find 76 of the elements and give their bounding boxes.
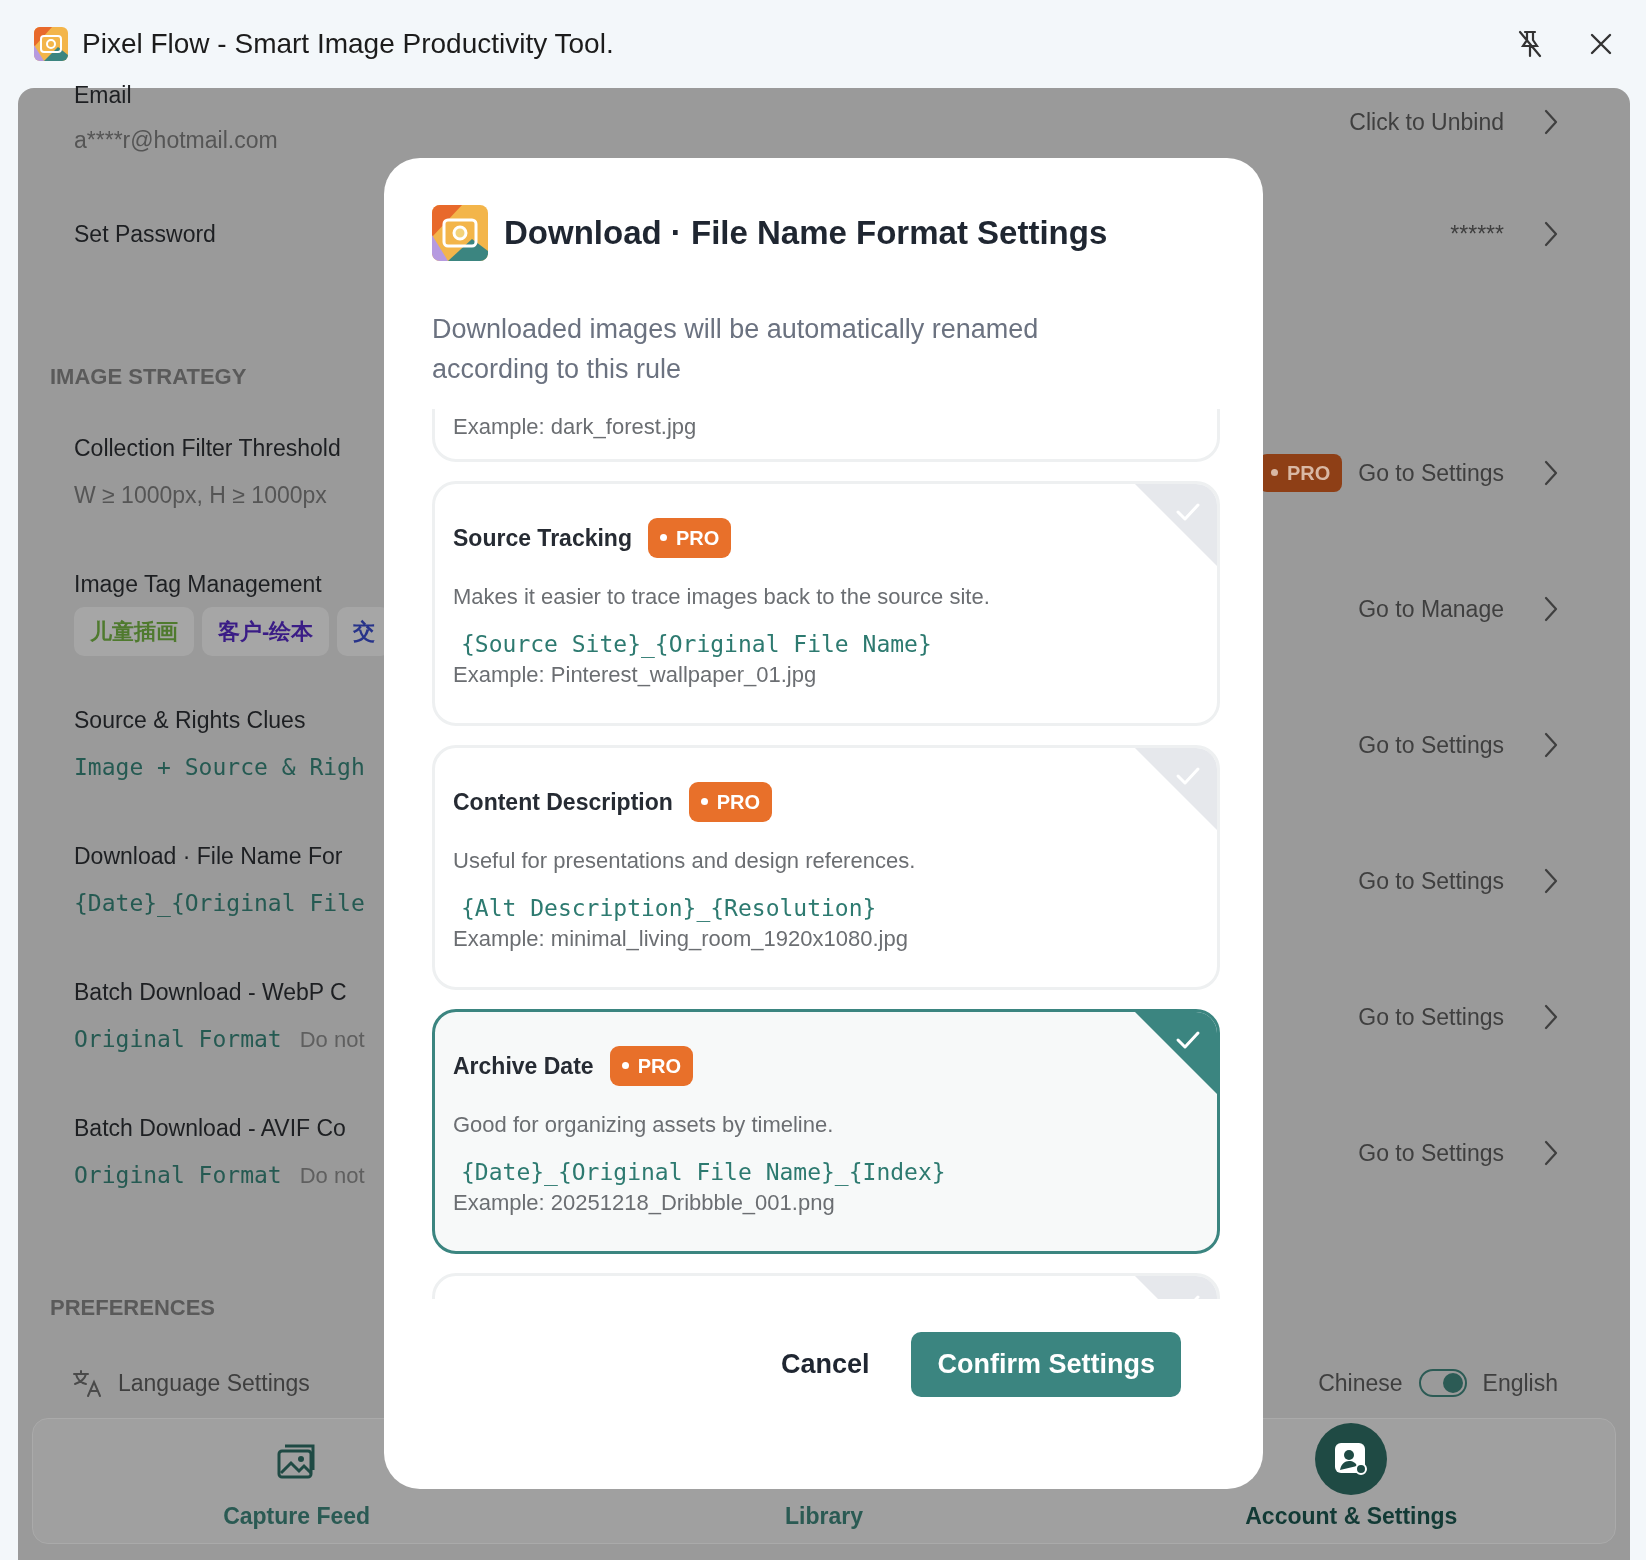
close-icon[interactable]	[1590, 33, 1612, 55]
chevron-right-icon[interactable]	[1544, 732, 1558, 758]
setting-value: W ≥ 1000px, H ≥ 1000px	[74, 481, 327, 510]
setting-label: Batch Download - AVIF Co	[74, 1114, 347, 1143]
section-heading: PREFERENCES	[50, 1294, 216, 1322]
action-link[interactable]: Go to Settings	[1358, 455, 1504, 491]
language-option: Chinese	[1318, 1366, 1403, 1401]
dialog-description: Downloaded images will be automatically renamed according to this rule	[432, 313, 1040, 386]
chevron-right-icon[interactable]	[1544, 596, 1558, 622]
option-description: Useful for presentations and design references.	[453, 847, 917, 875]
option-card[interactable]: Content Description PRO Useful for presentations and design references. {Alt Description}_{Resolution} Example: minimal_living_room_1920x1080.jpg	[432, 745, 1220, 990]
action-link[interactable]: Go to Settings	[1358, 727, 1504, 763]
chevron-right-icon[interactable]	[1544, 460, 1558, 486]
setting-label: Download · File Name For	[74, 842, 344, 871]
action-link[interactable]: ******	[1450, 216, 1504, 252]
setting-label: Image Tag Management	[74, 570, 323, 599]
gallery-icon	[276, 1442, 317, 1479]
chevron-right-icon[interactable]	[1544, 221, 1558, 247]
check-icon	[1175, 766, 1201, 786]
tag: 客户-绘本	[202, 606, 330, 656]
example-text: Example: 20251218_Dribbble_001.png	[453, 1189, 836, 1217]
action-link[interactable]: Click to Unbind	[1349, 104, 1504, 140]
action-link[interactable]: Go to Settings	[1358, 1135, 1504, 1171]
check-icon	[1175, 1030, 1201, 1050]
pro-badge: PRO	[647, 518, 732, 558]
tag: 儿童插画	[74, 606, 194, 656]
chevron-right-icon[interactable]	[1544, 1140, 1558, 1166]
action-link[interactable]: Go to Settings	[1358, 999, 1504, 1035]
field-label: Email	[74, 81, 133, 110]
field-value: a****r@hotmail.com	[74, 126, 278, 155]
format-pattern: {Source Site}_{Original File Name}	[460, 630, 933, 660]
section-heading: IMAGE STRATEGY	[50, 363, 247, 391]
chevron-right-icon[interactable]	[1544, 1004, 1558, 1030]
setting-label: Batch Download - WebP C	[74, 978, 348, 1007]
hint-text: Do not	[299, 1025, 365, 1054]
pro-badge: PRO	[688, 782, 773, 822]
example-text: Example: dark_forest.jpg	[453, 413, 697, 441]
format-pattern: {Date}_{Original File Name}_{Index}	[460, 1158, 947, 1188]
field-label: Set Password	[74, 220, 216, 249]
option-card[interactable]: Source Tracking PRO Makes it easier to trace images back to the source site. {Source Site}_{Original File Name} Example: Pinterest_wallpaper_01.jpg	[432, 481, 1220, 726]
option-title: Content Description	[453, 787, 673, 817]
window-title: Pixel Flow - Smart Image Productivity Tool.	[82, 27, 614, 61]
setting-label: Source & Rights Clues	[74, 706, 307, 735]
format-value: Original Format	[74, 1024, 282, 1054]
confirm-button[interactable]: Confirm Settings	[911, 1332, 1181, 1397]
nav-tab[interactable]: Capture Feed	[33, 1419, 561, 1543]
option-card[interactable]: Example: dark_forest.jpg	[432, 409, 1220, 462]
option-description: Makes it easier to trace images back to the source site.	[453, 583, 991, 611]
option-card[interactable]: Archive Date PRO Good for organizing assets by timeline. {Date}_{Original File Name}_{Index} Example: 20251218_Dribbble_001.png	[432, 1009, 1220, 1254]
option-title: Archive Date	[453, 1051, 594, 1081]
hint-text: Do not	[299, 1161, 365, 1190]
unpin-icon[interactable]	[1516, 29, 1544, 59]
format-value: Image + Source & Righ	[74, 752, 365, 782]
nav-tab[interactable]: Library	[560, 1419, 1088, 1543]
app-logo-icon	[34, 27, 68, 61]
action-link[interactable]: Go to Manage	[1358, 591, 1504, 627]
setting-label: Language Settings	[118, 1369, 310, 1398]
format-value: {Date}_{Original File	[74, 888, 365, 919]
cancel-button[interactable]: Cancel	[760, 1332, 890, 1397]
setting-label: Collection Filter Threshold	[74, 434, 341, 463]
dialog-title: Download · File Name Format Settings	[504, 213, 1108, 254]
option-description: Good for organizing assets by timeline.	[453, 1111, 835, 1139]
action-link[interactable]: Go to Settings	[1358, 863, 1504, 899]
pro-badge: PRO	[609, 1046, 693, 1086]
translate-icon	[72, 1368, 102, 1399]
example-text: Example: Pinterest_wallpaper_01.jpg	[453, 661, 818, 689]
language-option: English	[1482, 1366, 1558, 1401]
chevron-right-icon[interactable]	[1544, 109, 1558, 135]
option-title: Source Tracking	[453, 523, 632, 553]
language-toggle[interactable]	[1418, 1369, 1467, 1398]
check-icon	[1175, 502, 1201, 522]
app-logo-icon	[432, 205, 488, 261]
format-pattern: {Alt Description}_{Resolution}	[460, 894, 878, 924]
chevron-right-icon[interactable]	[1544, 868, 1558, 894]
format-value: Original Format	[74, 1160, 282, 1190]
example-text: Example: minimal_living_room_1920x1080.jpg	[453, 925, 909, 953]
